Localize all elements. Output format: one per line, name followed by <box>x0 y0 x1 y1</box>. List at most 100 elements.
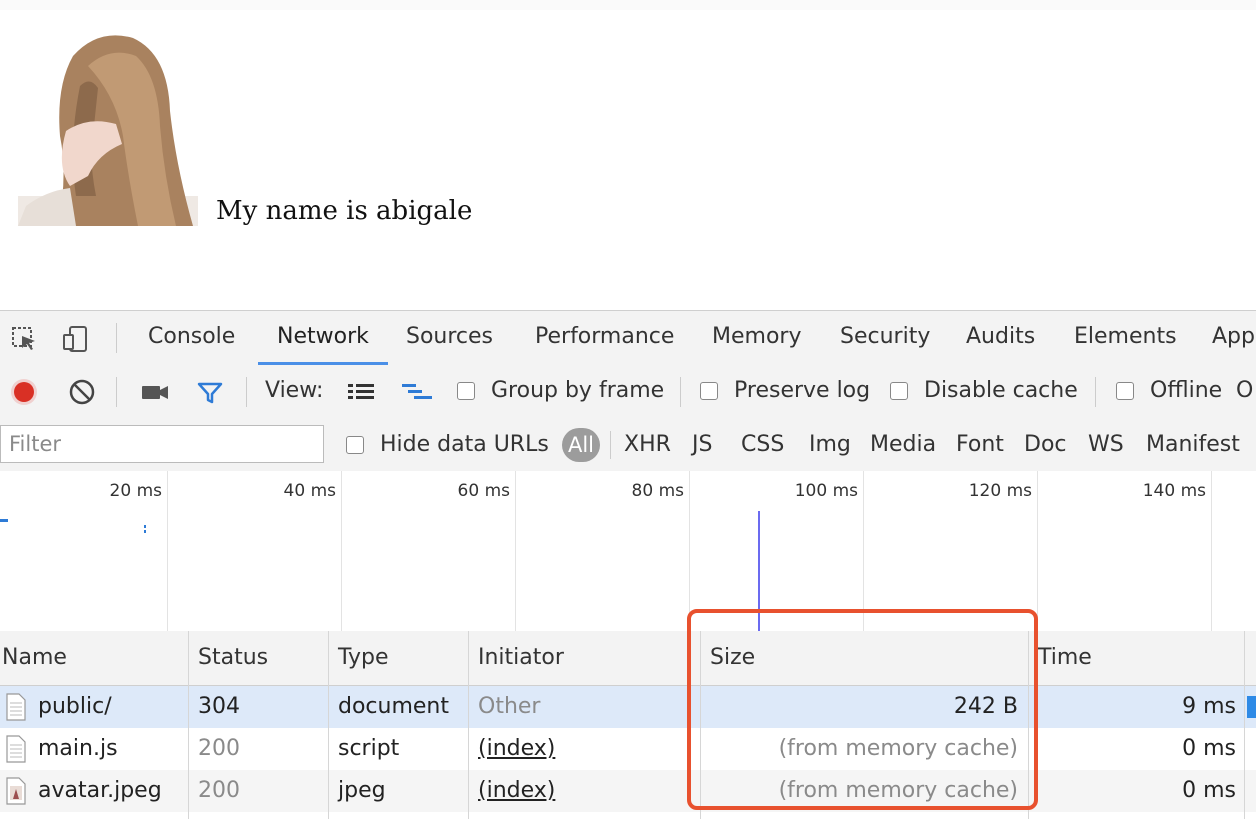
tab-performance[interactable]: Performance <box>535 324 674 349</box>
group-by-frame-label: Group by frame <box>491 378 665 403</box>
disable-cache-checkbox[interactable] <box>890 382 908 400</box>
request-time: 0 ms <box>1182 778 1236 803</box>
filter-input[interactable] <box>0 425 324 463</box>
column-header-time[interactable]: Time <box>1038 645 1092 670</box>
timeline-tick: 100 ms <box>794 481 858 501</box>
page-heading: My name is abigale <box>216 196 473 226</box>
tab-sources[interactable]: Sources <box>406 324 493 349</box>
timeline-gridline <box>689 471 690 631</box>
divider <box>680 377 681 407</box>
filter-type-css[interactable]: CSS <box>741 432 784 457</box>
column-header-name[interactable]: Name <box>2 645 67 670</box>
list-view-icon[interactable] <box>346 378 376 406</box>
waterfall-bar <box>1247 696 1256 718</box>
tab-memory[interactable]: Memory <box>712 324 801 349</box>
offline-checkbox[interactable] <box>1116 382 1134 400</box>
filter-type-xhr[interactable]: XHR <box>624 432 671 457</box>
filter-type-all[interactable]: All <box>562 428 600 462</box>
column-header-status[interactable]: Status <box>198 645 268 670</box>
devtools-tab-bar: Console Network Sources Performance Memo… <box>0 311 1256 366</box>
hide-data-urls-checkbox[interactable] <box>346 436 364 454</box>
column-divider[interactable] <box>1244 631 1245 819</box>
column-divider[interactable] <box>328 631 329 819</box>
network-toolbar: View: Group by frame Preserve log Disabl… <box>0 365 1256 420</box>
record-icon[interactable] <box>10 378 40 406</box>
screenshot-capture-icon[interactable] <box>140 378 170 406</box>
divider <box>610 431 611 459</box>
disable-cache-label: Disable cache <box>924 378 1078 403</box>
tab-audits[interactable]: Audits <box>966 324 1035 349</box>
filter-type-doc[interactable]: Doc <box>1024 432 1067 457</box>
timeline-tick: 80 ms <box>631 481 684 501</box>
device-toolbar-icon[interactable] <box>62 325 90 353</box>
preserve-log-checkbox[interactable] <box>700 382 718 400</box>
timeline-gridline <box>515 471 516 631</box>
filter-type-js[interactable]: JS <box>692 432 712 457</box>
divider <box>116 377 117 407</box>
request-time: 9 ms <box>1182 694 1236 719</box>
filter-type-media[interactable]: Media <box>870 432 936 457</box>
divider <box>246 377 247 407</box>
timeline-tick: 140 ms <box>1142 481 1206 501</box>
timeline-gridline <box>863 471 864 631</box>
request-initiator-link[interactable]: (index) <box>478 736 555 761</box>
request-name[interactable]: public/ <box>38 694 112 719</box>
request-bar <box>0 519 8 522</box>
tab-application[interactable]: App <box>1212 324 1255 349</box>
request-status: 304 <box>198 694 240 719</box>
request-type: script <box>338 736 400 761</box>
hide-data-urls-label: Hide data URLs <box>380 432 549 457</box>
timeline-tick: 120 ms <box>968 481 1032 501</box>
request-type: document <box>338 694 449 719</box>
request-initiator-link[interactable]: (index) <box>478 778 555 803</box>
inspect-element-icon[interactable] <box>10 325 38 353</box>
devtools-panel: Console Network Sources Performance Memo… <box>0 310 1256 819</box>
waterfall-view-icon[interactable] <box>400 378 434 406</box>
request-bar <box>144 525 146 528</box>
offline-label: Offline <box>1150 378 1223 403</box>
tab-console[interactable]: Console <box>148 324 235 349</box>
tab-elements[interactable]: Elements <box>1074 324 1177 349</box>
column-divider[interactable] <box>468 631 469 819</box>
column-divider[interactable] <box>188 631 189 819</box>
filter-type-ws[interactable]: WS <box>1088 432 1124 457</box>
column-header-type[interactable]: Type <box>338 645 389 670</box>
preserve-log-label: Preserve log <box>734 378 871 403</box>
throttling-dropdown[interactable]: O <box>1236 378 1253 403</box>
timeline-tick: 60 ms <box>457 481 510 501</box>
timeline-tick: 40 ms <box>283 481 336 501</box>
request-bar <box>144 530 146 533</box>
document-icon <box>6 693 26 721</box>
request-initiator: Other <box>478 694 541 719</box>
timeline-gridline <box>341 471 342 631</box>
divider <box>1095 377 1096 407</box>
tab-network[interactable]: Network <box>277 324 369 349</box>
request-status: 200 <box>198 778 240 803</box>
timeline-tick: 20 ms <box>109 481 162 501</box>
request-type: jpeg <box>338 778 386 803</box>
tab-security[interactable]: Security <box>840 324 930 349</box>
filter-type-img[interactable]: Img <box>809 432 851 457</box>
filter-bar: Hide data URLs All XHR JS CSS Img Media … <box>0 419 1256 472</box>
image-icon <box>6 777 26 805</box>
timeline-gridline <box>167 471 168 631</box>
page-content: My name is abigale <box>0 10 1256 310</box>
group-by-frame-checkbox[interactable] <box>457 382 475 400</box>
request-name[interactable]: main.js <box>38 736 118 761</box>
column-header-initiator[interactable]: Initiator <box>478 645 564 670</box>
requests-table: Name Status Type Initiator Size Time pub… <box>0 631 1256 819</box>
view-label: View: <box>265 378 324 403</box>
request-name[interactable]: avatar.jpeg <box>38 778 162 803</box>
request-time: 0 ms <box>1182 736 1236 761</box>
size-column-highlight <box>687 609 1038 810</box>
filter-type-font[interactable]: Font <box>956 432 1004 457</box>
clear-icon[interactable] <box>68 378 96 406</box>
avatar <box>18 35 198 226</box>
document-icon <box>6 735 26 763</box>
timeline-overview[interactable]: 20 ms 40 ms 60 ms 80 ms 100 ms 120 ms 14… <box>0 471 1256 632</box>
divider <box>116 323 117 353</box>
request-status: 200 <box>198 736 240 761</box>
timeline-gridline <box>1211 471 1212 631</box>
filter-type-manifest[interactable]: Manifest <box>1146 432 1240 457</box>
filter-icon[interactable] <box>196 378 224 406</box>
